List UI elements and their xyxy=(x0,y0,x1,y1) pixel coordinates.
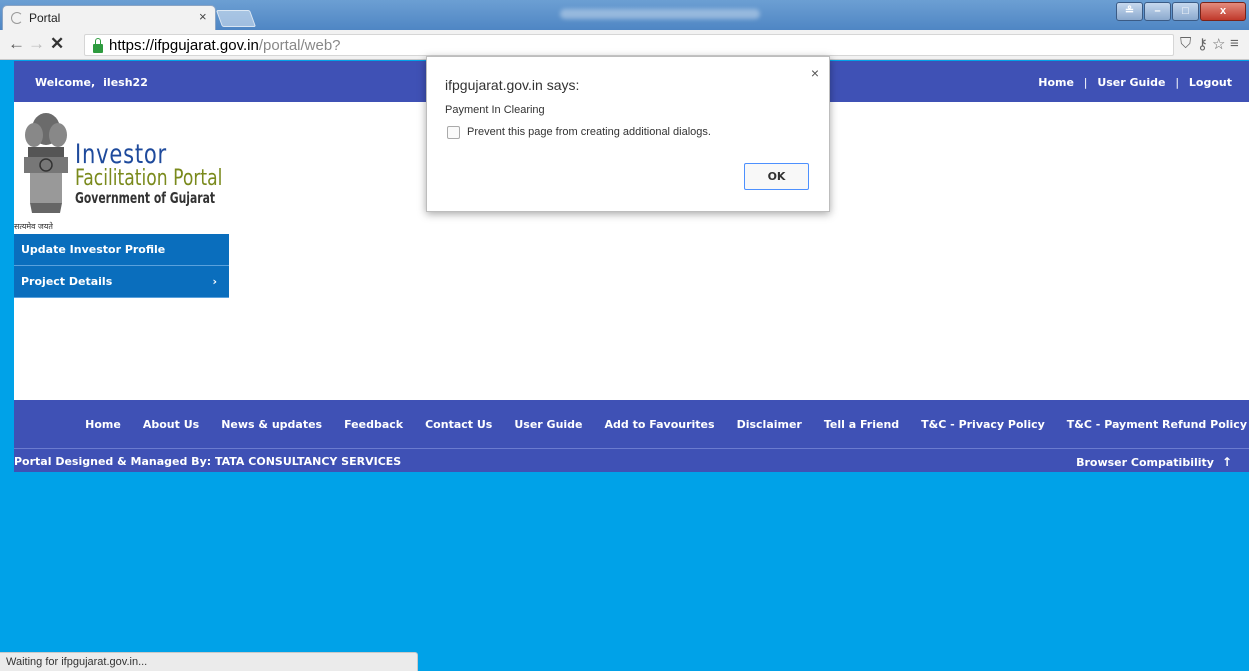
emblem-caption: सत्यमेव जयते xyxy=(14,222,53,231)
link-separator: | xyxy=(1175,76,1180,89)
top-link-logout[interactable]: Logout xyxy=(1189,76,1232,89)
top-link-user-guide[interactable]: User Guide xyxy=(1097,76,1165,89)
logo-title-facilitation-portal: Facilitation Portal xyxy=(75,166,223,191)
window-user-button[interactable]: ≗ xyxy=(1116,2,1143,21)
footer-nav-bar: Home About Us News & updates Feedback Co… xyxy=(14,400,1249,448)
side-menu-label: Update Investor Profile xyxy=(21,243,166,256)
hamburger-menu-icon[interactable]: ≡ xyxy=(1230,35,1239,52)
designed-by-text: Portal Designed & Managed By: TATA CONSU… xyxy=(14,455,402,468)
side-menu-project-details[interactable]: Project Details › xyxy=(14,266,229,298)
new-tab-button[interactable] xyxy=(215,10,257,27)
alert-dialog: ifpgujarat.gov.in says: × Payment In Cle… xyxy=(426,56,830,212)
footer-link-privacy-policy[interactable]: T&C - Privacy Policy xyxy=(921,418,1045,431)
forward-arrow-icon[interactable]: → xyxy=(28,35,45,53)
browser-titlebar: Portal × ≗ – □ x xyxy=(0,0,1249,31)
prevent-dialogs-label[interactable]: Prevent this page from creating addition… xyxy=(467,126,711,138)
chevron-right-icon: › xyxy=(212,275,217,288)
link-separator: | xyxy=(1083,76,1088,89)
footer-link-news[interactable]: News & updates xyxy=(221,418,322,431)
url-path: /portal/web? xyxy=(258,37,341,54)
username: ilesh22 xyxy=(103,76,148,89)
footer-link-add-to-favourites[interactable]: Add to Favourites xyxy=(605,418,715,431)
loading-spinner-icon xyxy=(11,12,23,24)
tab-close-icon[interactable]: × xyxy=(199,9,207,24)
footer-link-disclaimer[interactable]: Disclaimer xyxy=(737,418,802,431)
url-text: https://ifpgujarat.gov.in/portal/web? xyxy=(109,37,341,54)
browser-tab[interactable]: Portal × xyxy=(2,5,216,31)
footer-links: Home About Us News & updates Feedback Co… xyxy=(85,418,1249,431)
window-maximize-button[interactable]: □ xyxy=(1172,2,1199,21)
status-bar: Waiting for ifpgujarat.gov.in... xyxy=(0,652,418,671)
footer-link-user-guide[interactable]: User Guide xyxy=(514,418,582,431)
footer-link-feedback[interactable]: Feedback xyxy=(344,418,403,431)
welcome-text: Welcome, ilesh22 xyxy=(35,76,148,89)
dialog-close-icon[interactable]: × xyxy=(811,65,819,81)
up-arrow-icon[interactable]: ↑ xyxy=(1222,455,1232,469)
blurred-window-title xyxy=(560,9,760,19)
footer-credit-bar: Portal Designed & Managed By: TATA CONSU… xyxy=(14,448,1249,472)
url-host: https://ifpgujarat.gov.in xyxy=(109,37,259,54)
bookmark-star-icon[interactable]: ☆ xyxy=(1212,35,1225,53)
window-close-button[interactable]: x xyxy=(1200,2,1246,21)
prevent-dialogs-checkbox[interactable] xyxy=(447,126,460,139)
shield-icon[interactable]: ⛉ xyxy=(1180,35,1191,52)
dialog-message: Payment In Clearing xyxy=(445,104,545,116)
footer-link-refund-policy[interactable]: T&C - Payment Refund Policy xyxy=(1067,418,1247,431)
top-link-home[interactable]: Home xyxy=(1038,76,1074,89)
dialog-title: ifpgujarat.gov.in says: xyxy=(445,77,580,93)
side-menu-update-investor-profile[interactable]: Update Investor Profile xyxy=(14,234,229,266)
stop-loading-icon[interactable]: ✕ xyxy=(50,35,64,53)
browser-compatibility-label: Browser Compatibility xyxy=(1076,456,1214,469)
key-icon[interactable]: ⚷ xyxy=(1197,35,1208,53)
footer-link-contact-us[interactable]: Contact Us xyxy=(425,418,492,431)
ashoka-emblem-icon xyxy=(24,113,68,213)
window-minimize-button[interactable]: – xyxy=(1144,2,1171,21)
address-bar[interactable]: https://ifpgujarat.gov.in/portal/web? xyxy=(84,34,1174,56)
side-menu-label: Project Details xyxy=(21,275,113,288)
side-menu: Update Investor Profile Project Details … xyxy=(14,234,229,298)
footer-link-about-us[interactable]: About Us xyxy=(143,418,199,431)
browser-compatibility-link[interactable]: Browser Compatibility ↑ xyxy=(1076,455,1232,469)
footer-link-tell-a-friend[interactable]: Tell a Friend xyxy=(824,418,899,431)
back-arrow-icon[interactable]: ← xyxy=(8,35,25,53)
footer-link-home[interactable]: Home xyxy=(85,418,121,431)
welcome-label: Welcome, xyxy=(35,76,96,89)
top-links: Home | User Guide | Logout xyxy=(1038,76,1232,89)
lock-icon xyxy=(93,38,103,53)
tab-title: Portal xyxy=(29,11,61,25)
ok-button[interactable]: OK xyxy=(744,163,809,190)
logo-subtitle-government: Government of Gujarat xyxy=(75,189,216,207)
portal-logo[interactable]: सत्यमेव जयते Investor Facilitation Porta… xyxy=(14,109,234,234)
